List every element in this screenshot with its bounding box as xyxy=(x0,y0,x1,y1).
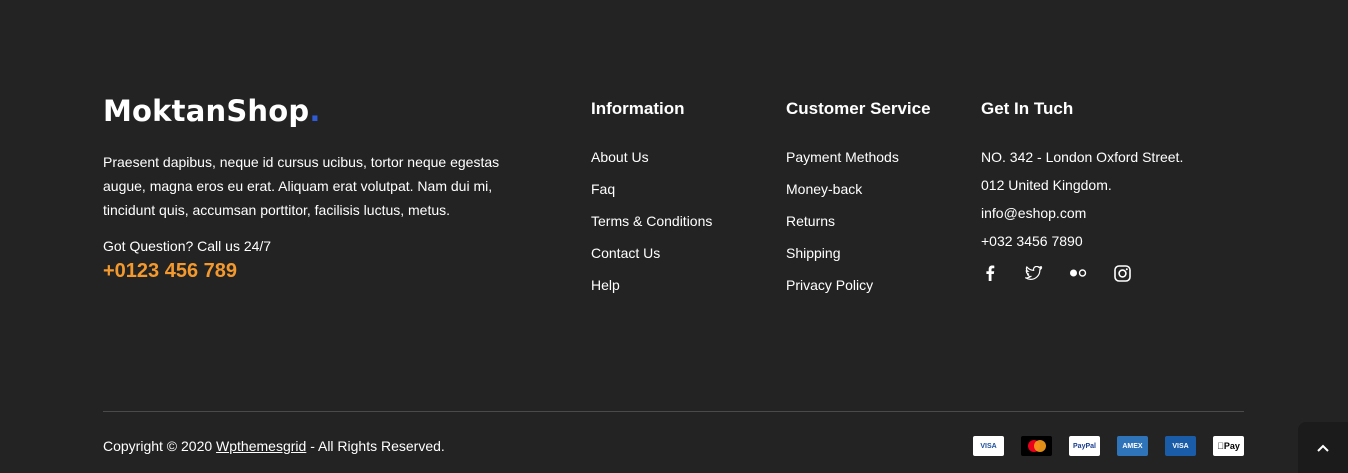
link-privacy-policy[interactable]: Privacy Policy xyxy=(786,277,873,293)
about-text: Praesent dapibus, neque id cursus ucibus… xyxy=(103,154,500,218)
link-payment-methods[interactable]: Payment Methods xyxy=(786,149,899,165)
contact-lines: NO. 342 - London Oxford Street. 012 Unit… xyxy=(981,148,1183,250)
facebook-icon[interactable] xyxy=(981,264,999,282)
instagram-icon[interactable] xyxy=(1113,264,1131,282)
logo[interactable]: MoktanShop. xyxy=(103,92,513,130)
visa-icon: VISA xyxy=(973,436,1004,456)
contact-email[interactable]: info@eshop.com xyxy=(981,204,1183,222)
information-heading: Information xyxy=(591,99,685,118)
back-to-top-button[interactable] xyxy=(1298,422,1348,473)
logo-text: MoktanShop xyxy=(103,94,310,128)
address-line-1: NO. 342 - London Oxford Street. xyxy=(981,149,1184,165)
contact-column: Get In Tuch NO. 342 - London Oxford Stre… xyxy=(981,98,1183,282)
customer-service-column: Customer Service Payment Methods Money-b… xyxy=(786,98,931,308)
chevron-up-icon xyxy=(1317,444,1329,452)
link-help[interactable]: Help xyxy=(591,277,620,293)
mastercard-icon xyxy=(1021,436,1052,456)
paypal-icon: PayPal xyxy=(1069,436,1100,456)
question-text: Got Question? Call us 24/7 xyxy=(103,238,272,254)
link-returns[interactable]: Returns xyxy=(786,213,835,229)
support-phone[interactable]: +0123 456 789 xyxy=(103,259,513,283)
logo-dot: . xyxy=(309,94,321,128)
visa-label: VISA xyxy=(980,442,997,450)
american-express-icon: AMEX xyxy=(1117,436,1148,456)
copyright-prefix: Copyright © 2020 xyxy=(103,438,217,454)
contact-heading: Get In Tuch xyxy=(981,99,1074,118)
address-line-2: 012 United Kingdom. xyxy=(981,177,1112,193)
twitter-icon[interactable] xyxy=(1025,264,1043,282)
link-terms[interactable]: Terms & Conditions xyxy=(591,213,712,229)
flickr-icon[interactable] xyxy=(1069,264,1087,282)
customer-service-links: Payment Methods Money-back Returns Shipp… xyxy=(786,148,931,294)
brand-column: MoktanShop. Praesent dapibus, neque id c… xyxy=(103,92,513,283)
information-links: About Us Faq Terms & Conditions Contact … xyxy=(591,148,712,294)
contact-phone[interactable]: +032 3456 7890 xyxy=(981,232,1183,250)
information-column: Information About Us Faq Terms & Conditi… xyxy=(591,98,712,308)
link-faq[interactable]: Faq xyxy=(591,181,615,197)
social-icons xyxy=(981,264,1183,282)
payment-methods: VISA PayPal AMEX VISA Pay xyxy=(973,436,1244,456)
footer-top: MoktanShop. Praesent dapibus, neque id c… xyxy=(103,92,1244,322)
visa-electron-label: VISA xyxy=(1172,442,1189,450)
link-shipping[interactable]: Shipping xyxy=(786,245,841,261)
apple-glyph:  xyxy=(1217,441,1224,451)
copyright-link[interactable]: Wpthemesgrid xyxy=(216,438,306,454)
link-contact-us[interactable]: Contact Us xyxy=(591,245,660,261)
copyright: Copyright © 2020 Wpthemesgrid - All Righ… xyxy=(103,437,445,455)
paypal-label: PayPal xyxy=(1073,442,1096,450)
amex-label: AMEX xyxy=(1122,442,1143,450)
link-money-back[interactable]: Money-back xyxy=(786,181,862,197)
customer-service-heading: Customer Service xyxy=(786,99,931,118)
apple-pay-icon: Pay xyxy=(1213,436,1244,456)
footer-divider xyxy=(103,411,1244,412)
link-about-us[interactable]: About Us xyxy=(591,149,649,165)
visa-electron-icon: VISA xyxy=(1165,436,1196,456)
copyright-suffix: - All Rights Reserved. xyxy=(306,438,445,454)
apple-pay-label: Pay xyxy=(1220,441,1240,451)
